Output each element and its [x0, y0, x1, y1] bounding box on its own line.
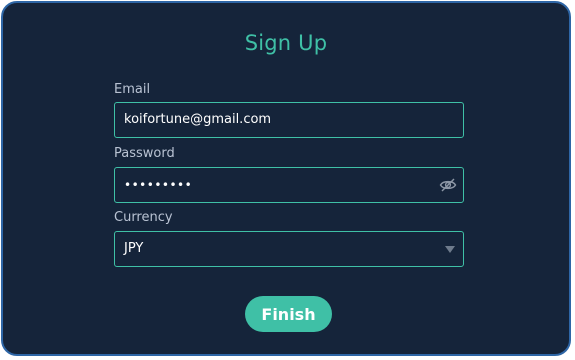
email-value: koifortune@gmail.com	[124, 112, 272, 127]
password-value: •••••••••	[124, 178, 193, 192]
caret-down-icon	[445, 246, 455, 253]
email-label: Email	[114, 82, 151, 97]
page-title: Sign Up	[244, 31, 328, 55]
signup-card: Sign Up Email koifortune@gmail.com Passw…	[1, 1, 571, 356]
email-field[interactable]: koifortune@gmail.com	[114, 102, 464, 138]
currency-label: Currency	[114, 210, 173, 225]
eye-slash-icon[interactable]	[439, 177, 457, 193]
finish-button[interactable]: Finish	[245, 296, 332, 332]
currency-value: JPY	[124, 241, 144, 256]
password-label: Password	[114, 146, 175, 161]
password-field[interactable]: •••••••••	[114, 167, 464, 203]
currency-select[interactable]: JPY	[114, 231, 464, 267]
